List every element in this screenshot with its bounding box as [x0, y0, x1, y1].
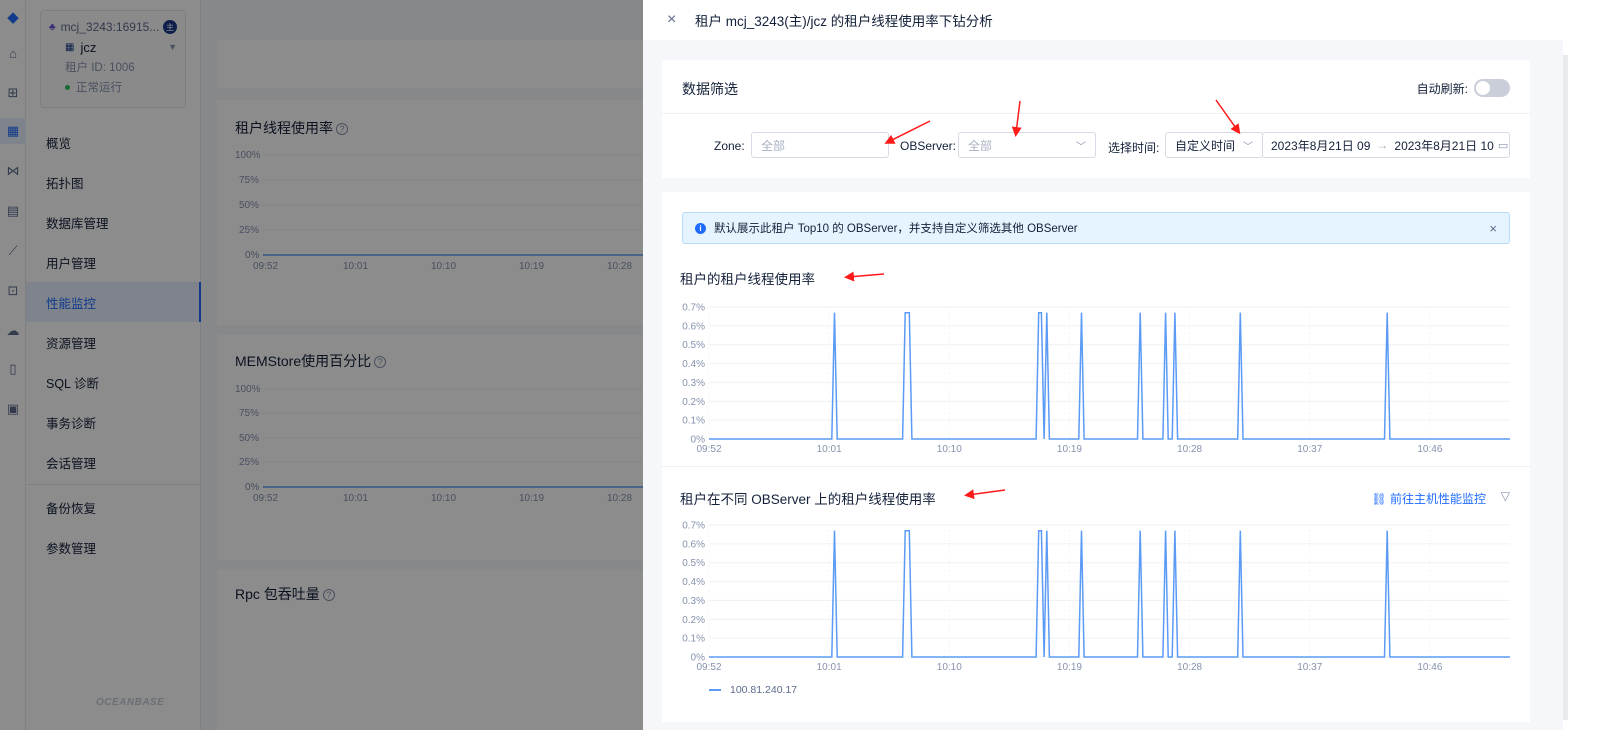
y-tick-label: 0.6%	[682, 321, 705, 332]
modal-overlay[interactable]	[0, 0, 643, 730]
range-arrow: →	[1376, 138, 1389, 152]
alert-text: 默认展示此租户 Top10 的 OBServer，并支持自定义筛选其他 OBSe…	[714, 223, 1078, 235]
host-monitor-link[interactable]: ⛓ 前往主机性能监控	[1371, 490, 1486, 507]
observer-thread-chart[interactable]: 0.7%0.6%0.5%0.4%0.3%0.2%0.1%0%09:52 10:01…	[662, 510, 1530, 680]
scrollbar[interactable]	[1563, 0, 1598, 730]
y-tick-label: 0.4%	[682, 577, 705, 588]
section-title-observer: 租户在不同 OBServer 上的租户线程使用率	[680, 492, 936, 507]
chart-card: i 默认展示此租户 Top10 的 OBServer，并支持自定义筛选其他 OB…	[662, 192, 1530, 722]
x-tick-label: 09:52	[696, 662, 721, 673]
x-tick-label: 09:52	[696, 444, 721, 455]
zone-label: Zone:	[714, 139, 745, 153]
y-tick-label: 0.1%	[682, 416, 705, 427]
legend-label: 100.81.240.17	[730, 684, 798, 696]
x-tick-label: 10:01	[817, 662, 842, 673]
drawer-header: × 租户 mcj_3243(主)/jcz 的租户线程使用率下钻分析	[643, 0, 1563, 40]
observer-select-value: 全部	[968, 138, 993, 153]
x-tick-label: 10:19	[1057, 444, 1082, 455]
y-tick-label: 0.3%	[682, 596, 705, 607]
y-tick-label: 0.3%	[682, 378, 705, 389]
filter-card: 数据筛选 自动刷新: Zone: 全部 OBServer: 全部 ﹀ 选择时间:…	[662, 60, 1530, 178]
filter-divider	[662, 113, 1530, 114]
chevron-down-icon: ﹀	[1076, 141, 1086, 153]
y-tick-label: 0.4%	[682, 359, 705, 370]
x-tick-label: 10:10	[937, 444, 962, 455]
x-tick-label: 10:46	[1417, 662, 1442, 673]
x-tick-label: 10:28	[1177, 444, 1202, 455]
x-tick-label: 10:19	[1057, 662, 1082, 673]
y-tick-label: 0.2%	[682, 397, 705, 408]
x-tick-label: 10:01	[817, 444, 842, 455]
zone-select[interactable]: 全部	[751, 132, 889, 158]
scrollbar-thumb[interactable]	[1563, 55, 1568, 720]
date-start[interactable]: 2023年8月21日 09	[1271, 137, 1370, 154]
info-icon: i	[695, 222, 706, 234]
date-range-picker[interactable]: 2023年8月21日 09 → 2023年8月21日 10 ▭	[1262, 132, 1510, 158]
close-icon[interactable]: ×	[1489, 221, 1497, 236]
auto-refresh-label: 自动刷新:	[1416, 81, 1468, 96]
chevron-down-icon: ﹀	[1243, 141, 1253, 153]
chart-legend[interactable]: 100.81.240.17	[709, 684, 797, 696]
observer-select[interactable]: 全部 ﹀	[958, 132, 1096, 158]
legend-line-icon	[709, 689, 721, 691]
y-tick-label: 0.7%	[682, 303, 705, 314]
auto-refresh: 自动刷新:	[1417, 79, 1510, 97]
x-tick-label: 10:10	[937, 662, 962, 673]
drawer-title: 租户 mcj_3243(主)/jcz 的租户线程使用率下钻分析	[695, 14, 993, 29]
y-tick-label: 0.7%	[682, 521, 705, 532]
date-end[interactable]: 2023年8月21日 10	[1394, 137, 1493, 154]
link-icon: ⛓	[1371, 492, 1390, 506]
calendar-icon[interactable]: ▭	[1498, 139, 1508, 152]
filter-funnel-icon[interactable]: ▽	[1501, 489, 1510, 503]
y-tick-label: 0.2%	[682, 615, 705, 626]
tenant-thread-chart[interactable]: 0.7%0.6%0.5%0.4%0.3%0.2%0.1%0%09:52 10:01…	[662, 292, 1530, 462]
host-monitor-link-text: 前往主机性能监控	[1389, 492, 1486, 506]
time-mode-select[interactable]: 自定义时间 ﹀	[1165, 132, 1263, 158]
info-alert: i 默认展示此租户 Top10 的 OBServer，并支持自定义筛选其他 OB…	[682, 212, 1510, 244]
y-tick-label: 0.1%	[682, 634, 705, 645]
observer-label: OBServer:	[900, 139, 957, 153]
zone-select-value: 全部	[761, 138, 786, 153]
y-tick-label: 0.5%	[682, 340, 705, 351]
auto-refresh-toggle[interactable]	[1474, 79, 1510, 97]
x-tick-label: 10:37	[1297, 444, 1322, 455]
y-tick-label: 0.5%	[682, 558, 705, 569]
section-divider	[662, 466, 1530, 467]
bottom-strip	[0, 730, 1598, 748]
section-title-tenant: 租户的租户线程使用率	[680, 272, 815, 287]
x-tick-label: 10:46	[1417, 444, 1442, 455]
drill-down-drawer: × 租户 mcj_3243(主)/jcz 的租户线程使用率下钻分析 数据筛选 自…	[643, 0, 1563, 730]
time-mode-value: 自定义时间	[1175, 138, 1236, 153]
y-tick-label: 0.6%	[682, 539, 705, 550]
time-label: 选择时间:	[1108, 141, 1160, 155]
x-tick-label: 10:37	[1297, 662, 1322, 673]
x-tick-label: 10:28	[1177, 662, 1202, 673]
app: ◆ ⌂ ⊞ ▦ ⋈ ▤ ⟋ ⊡ ☁ ▯ ▣ ♣ mcj_3243:16915..…	[0, 0, 1598, 730]
close-icon[interactable]: ×	[667, 11, 683, 29]
filter-title: 数据筛选	[682, 81, 738, 97]
